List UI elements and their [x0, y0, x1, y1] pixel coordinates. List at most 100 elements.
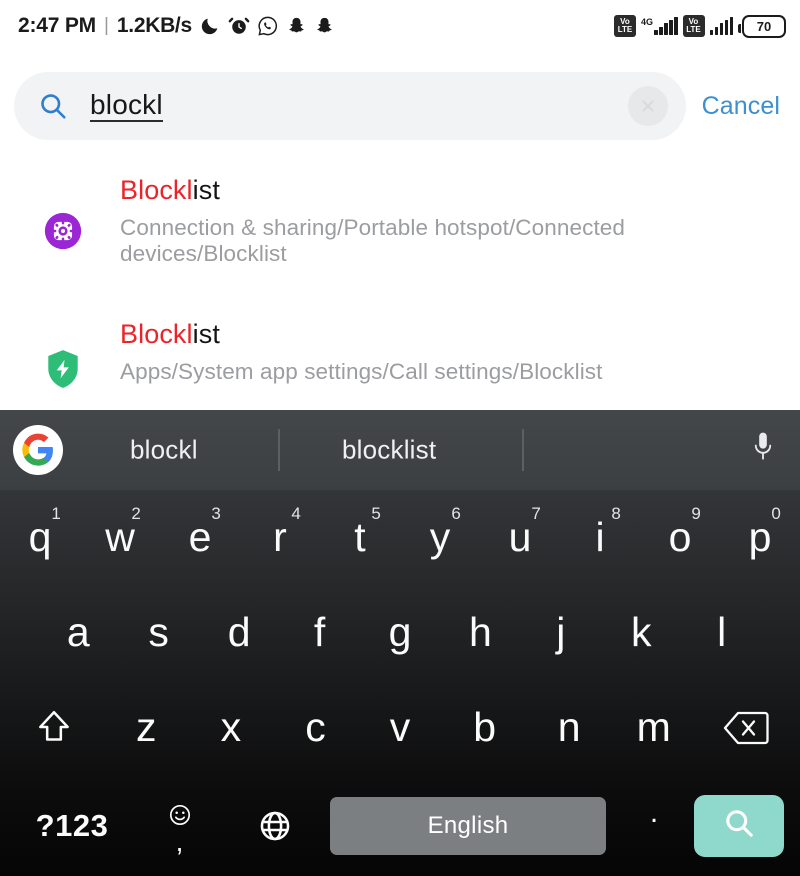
search-result-title-highlight: Blockl	[120, 175, 193, 205]
key-z[interactable]: z	[104, 707, 189, 748]
search-icon	[722, 806, 756, 845]
emoji-comma-key[interactable]: ,	[132, 803, 227, 855]
key-m[interactable]: m	[611, 707, 696, 748]
search-result-title: Blocklist	[120, 318, 780, 352]
key-y-number: 6	[451, 504, 461, 523]
suggestion-bar: blockl blocklist	[0, 410, 800, 490]
cancel-button[interactable]: Cancel	[702, 92, 780, 121]
suggestion-item-0[interactable]: blockl	[130, 435, 198, 466]
key-i-number: 8	[611, 504, 621, 523]
key-g-label: g	[388, 609, 412, 655]
key-r[interactable]: 4r	[240, 490, 320, 585]
key-o-label: o	[668, 514, 692, 560]
search-result-title-highlight: Blockl	[120, 318, 193, 349]
key-d[interactable]: d	[199, 585, 279, 680]
spacebar-label: English	[427, 811, 509, 839]
key-l[interactable]: l	[682, 585, 762, 680]
search-input-value: blockl	[90, 89, 163, 123]
key-i[interactable]: 8i	[560, 490, 640, 585]
symbols-key-label: ?123	[35, 807, 109, 843]
search-result-title-rest: ist	[192, 318, 220, 349]
suggestion-item-1[interactable]: blocklist	[342, 435, 436, 466]
network-type-label: 4G	[640, 17, 653, 27]
search-result-path: Connection & sharing/Portable hotspot/Co…	[120, 214, 626, 267]
suggestion-divider	[522, 429, 524, 471]
globe-icon[interactable]	[227, 809, 322, 843]
key-v-label: v	[389, 704, 411, 750]
settings-gear-icon	[40, 174, 86, 268]
spacebar[interactable]: English	[330, 796, 606, 855]
key-u-label: u	[508, 514, 532, 560]
search-result-item[interactable]: Blocklist Apps/System app settings/Call …	[0, 274, 800, 396]
key-y-label: y	[429, 514, 451, 560]
key-g[interactable]: g	[360, 585, 440, 680]
key-q-number: 1	[51, 504, 61, 523]
key-k[interactable]: k	[601, 585, 681, 680]
key-e[interactable]: 3e	[160, 490, 240, 585]
key-y[interactable]: 6y	[400, 490, 480, 585]
status-separator: |	[103, 15, 109, 36]
search-result-title: Blocklist	[120, 174, 780, 208]
key-q-label: q	[28, 514, 52, 560]
key-e-number: 3	[211, 504, 221, 523]
battery-level-label: 70	[756, 18, 772, 34]
key-c[interactable]: c	[273, 707, 358, 748]
keyboard-row-1: 1q 2w 3e 4r 5t 6y 7u 8i 9o 0p	[0, 490, 800, 585]
shift-icon[interactable]	[4, 707, 104, 749]
search-icon	[38, 91, 68, 121]
key-h[interactable]: h	[440, 585, 520, 680]
key-x-label: x	[220, 704, 242, 750]
key-v[interactable]: v	[358, 707, 443, 748]
clear-search-button[interactable]	[627, 86, 668, 126]
key-f-label: f	[313, 609, 326, 655]
key-n[interactable]: n	[527, 707, 612, 748]
keyboard-row-2: a s d f g h j k l	[0, 585, 800, 680]
signal-group-sim1: 4G	[641, 17, 678, 35]
search-result-item[interactable]: Blocklist Connection & sharing/Portable …	[0, 160, 800, 274]
search-bar: blockl Cancel	[0, 52, 800, 160]
key-t-label: t	[354, 514, 366, 560]
status-bar-right: Vo LTE 4G Vo LTE 70	[613, 14, 786, 38]
google-logo-icon[interactable]	[13, 425, 63, 475]
volte-icon-sim1: Vo LTE	[613, 15, 636, 37]
status-bar: 2:47 PM | 1.2KB/s Vo LTE 4G Vo LTE 70	[0, 0, 800, 52]
key-s-label: s	[148, 609, 169, 655]
key-m-label: m	[636, 704, 671, 750]
key-b[interactable]: b	[442, 707, 527, 748]
key-w[interactable]: 2w	[80, 490, 160, 585]
key-w-number: 2	[131, 504, 141, 523]
key-j-label: j	[556, 609, 566, 655]
key-b-label: b	[473, 704, 496, 750]
key-e-label: e	[188, 514, 212, 560]
key-j[interactable]: j	[521, 585, 601, 680]
keyboard-row-3: z x c v b n m	[0, 680, 800, 775]
key-i-label: i	[595, 514, 605, 560]
key-t[interactable]: 5t	[320, 490, 400, 585]
key-a-label: a	[66, 609, 90, 655]
period-key[interactable]: .	[614, 795, 694, 845]
key-u[interactable]: 7u	[480, 490, 560, 585]
search-input[interactable]: blockl	[14, 72, 686, 140]
key-x[interactable]: x	[189, 707, 274, 748]
key-f[interactable]: f	[279, 585, 359, 680]
search-result-path: Apps/System app settings/Call settings/B…	[120, 358, 603, 384]
backspace-icon[interactable]	[696, 710, 796, 746]
symbols-key[interactable]: ?123	[12, 808, 132, 844]
key-t-number: 5	[371, 504, 381, 523]
suggestion-divider	[278, 429, 280, 471]
search-result-body: Blocklist Apps/System app settings/Call …	[120, 318, 780, 390]
security-shield-icon	[40, 318, 86, 390]
search-result-body: Blocklist Connection & sharing/Portable …	[120, 174, 780, 268]
microphone-icon[interactable]	[750, 431, 776, 470]
search-enter-key[interactable]	[694, 794, 784, 857]
key-s[interactable]: s	[118, 585, 198, 680]
key-p-label: p	[748, 514, 772, 560]
key-a[interactable]: a	[38, 585, 118, 680]
snapchat-icon	[286, 16, 307, 37]
key-p[interactable]: 0p	[720, 490, 800, 585]
key-q[interactable]: 1q	[0, 490, 80, 585]
network-speed: 1.2KB/s	[116, 14, 192, 37]
key-o-number: 9	[691, 504, 701, 523]
period-key-label: .	[649, 795, 659, 829]
key-o[interactable]: 9o	[640, 490, 720, 585]
